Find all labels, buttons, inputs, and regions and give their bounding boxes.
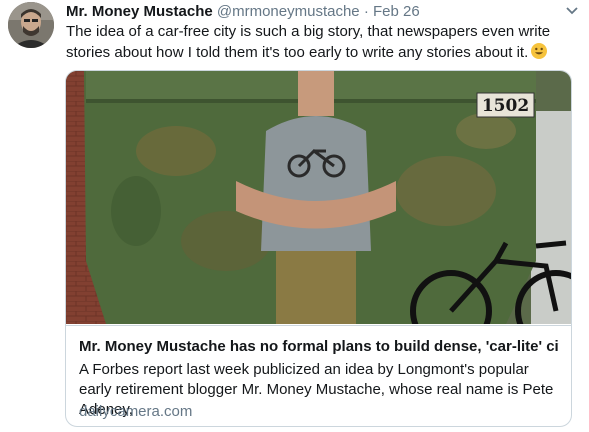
smiling-face-emoji-icon [531, 43, 548, 59]
tweet-header: Mr. Money Mustache @mrmoneymustache · Fe… [66, 2, 565, 22]
tweet-text: The idea of a car-free city is such a bi… [66, 21, 576, 63]
card-domain[interactable]: dailycamera.com [79, 402, 192, 422]
card-title[interactable]: Mr. Money Mustache has no formal plans t… [79, 337, 559, 357]
card-body[interactable]: Mr. Money Mustache has no formal plans t… [66, 325, 571, 426]
card-image[interactable]: 1502 [66, 71, 571, 352]
avatar[interactable] [8, 2, 54, 48]
dumpster-number: 1502 [482, 96, 529, 116]
tweet-body: The idea of a car-free city is such a bi… [66, 23, 551, 61]
separator-dot: · [363, 3, 369, 20]
link-card[interactable]: 1502 Mr. Money Mustache has no formal pl… [65, 70, 572, 427]
tweet-date[interactable]: Feb 26 [373, 3, 420, 20]
author-handle[interactable]: @mrmoneymustache [217, 3, 360, 20]
chevron-down-icon[interactable] [563, 4, 581, 18]
author-name[interactable]: Mr. Money Mustache [66, 3, 213, 20]
